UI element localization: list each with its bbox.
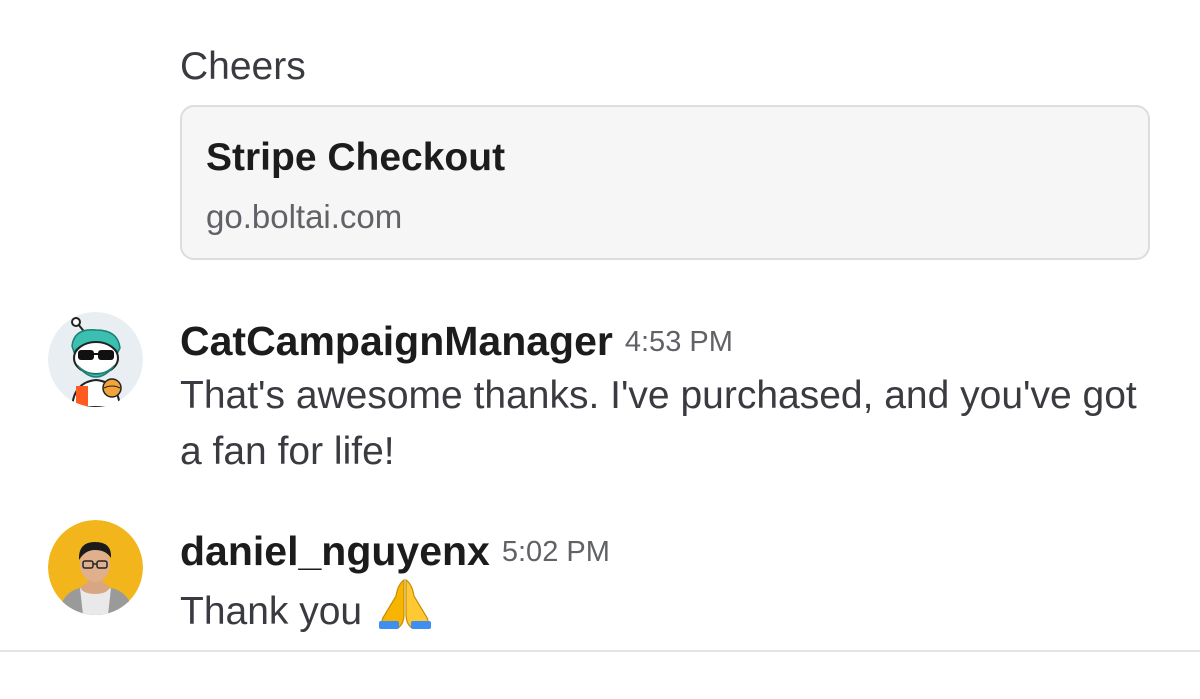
link-preview-card[interactable]: Stripe Checkout go.boltai.com: [180, 105, 1150, 260]
link-preview-title[interactable]: Stripe Checkout: [206, 133, 505, 183]
cartoon-sunglasses-avatar-icon: [48, 312, 143, 407]
message-text: That's awesome thanks. I've purchased, a…: [180, 374, 1137, 473]
avatar[interactable]: [48, 520, 143, 615]
folded-hands-emoji-icon: [376, 578, 434, 646]
message-header: CatCampaignManager 4:53 PM: [180, 316, 733, 366]
username[interactable]: CatCampaignManager: [180, 318, 613, 364]
username[interactable]: daniel_nguyenx: [180, 528, 490, 574]
previous-message-text: Cheers: [180, 45, 306, 88]
person-photo-avatar-icon: [48, 520, 143, 615]
message-header: daniel_nguyenx 5:02 PM: [180, 526, 610, 576]
message-text-container: Thank you: [180, 578, 1140, 646]
timestamp[interactable]: 5:02 PM: [502, 536, 610, 568]
divider: [0, 650, 1200, 652]
message-text: Thank you: [180, 590, 363, 633]
timestamp[interactable]: 4:53 PM: [625, 326, 733, 358]
avatar[interactable]: [48, 312, 143, 407]
link-preview-domain[interactable]: go.boltai.com: [206, 195, 402, 239]
